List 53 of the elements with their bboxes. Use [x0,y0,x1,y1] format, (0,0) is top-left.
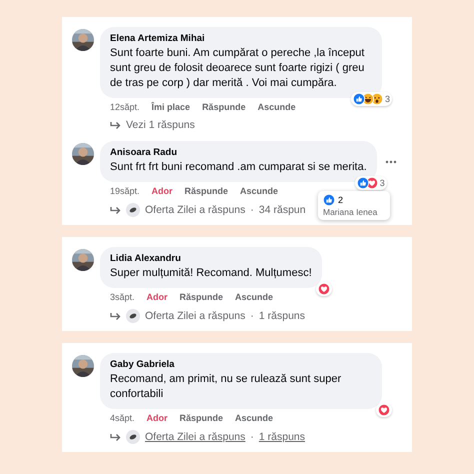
comment-text: Sunt frt frt buni recomand .am cumparat si se merita. [110,160,367,175]
comment-text: Super mulțumită! Recomand. Mulțumesc! [110,266,312,281]
timestamp[interactable]: 19săpt. [110,186,140,196]
action-link[interactable]: Răspunde [180,292,224,302]
page-reply-link[interactable]: Oferta Zilei a răspuns [145,204,246,216]
reply-arrow-icon [110,312,121,320]
page-reply-link[interactable]: Oferta Zilei a răspuns [145,310,246,322]
react-link[interactable]: Ador [146,413,168,423]
action-link[interactable]: Ascunde [235,413,274,423]
separator: · [250,204,254,216]
page-avatar-icon [126,203,140,217]
action-link[interactable]: Răspunde [202,102,246,112]
timestamp[interactable]: 3săpt. [110,292,135,302]
author-name[interactable]: Anisoara Radu [110,147,367,158]
comment-text: Recomand, am primit, nu se rulează sunt super confortabili [110,372,342,402]
timestamp[interactable]: 12săpt. [110,102,140,112]
action-link[interactable]: Răspunde [180,413,224,423]
view-replies-link[interactable]: Vezi 1 răspuns [126,119,195,131]
reactions-summary[interactable] [316,282,332,296]
reply-arrow-icon [110,206,121,214]
timestamp[interactable]: 4săpt. [110,413,135,423]
like-icon [356,177,369,189]
separator: · [250,431,254,443]
reactions-summary[interactable]: 3 [354,176,387,190]
like-icon [352,93,365,105]
reactor-name: Mariana Ienea [323,207,378,217]
reactions-summary[interactable] [376,403,392,417]
reply-count-link[interactable]: 34 răspun [258,204,306,216]
more-options-icon[interactable] [384,160,397,164]
author-name[interactable]: Elena Artemiza Mihai [110,33,372,44]
page-avatar-icon [126,430,140,444]
reply-arrow-icon [110,432,121,442]
action-link[interactable]: Ascunde [235,292,274,302]
reaction-count: 2 [338,195,344,205]
react-link[interactable]: Ador [152,186,173,196]
reply-count-link[interactable]: 1 răspuns [258,431,306,443]
reply-arrow-icon [110,120,121,130]
surprised-face-icon [370,93,383,105]
author-name[interactable]: Gaby Gabriela [110,359,372,370]
laughing-face-icon [362,93,374,105]
page-reply-link[interactable]: Oferta Zilei a răspuns [145,431,246,443]
action-link[interactable]: Ascunde [240,186,278,196]
like-icon [323,194,335,206]
page-avatar-icon [126,309,140,323]
author-name[interactable]: Lidia Alexandru [110,253,312,264]
separator: · [250,310,254,322]
comment-text: Sunt foarte buni. Am cumpărat o pereche ,la început sunt greu de folosit deoarece sunt foarte rigizi ( greu de tras pe corp ) dar merită . Voi mai cumpăra. [110,46,366,91]
reply-count-link[interactable]: 1 răspuns [258,310,306,322]
react-link[interactable]: Ador [146,292,168,302]
action-link[interactable]: Ascunde [258,102,296,112]
reactions-summary[interactable]: 3 [350,92,392,106]
react-link[interactable]: Îmi place [152,102,190,112]
action-link[interactable]: Răspunde [184,186,228,196]
